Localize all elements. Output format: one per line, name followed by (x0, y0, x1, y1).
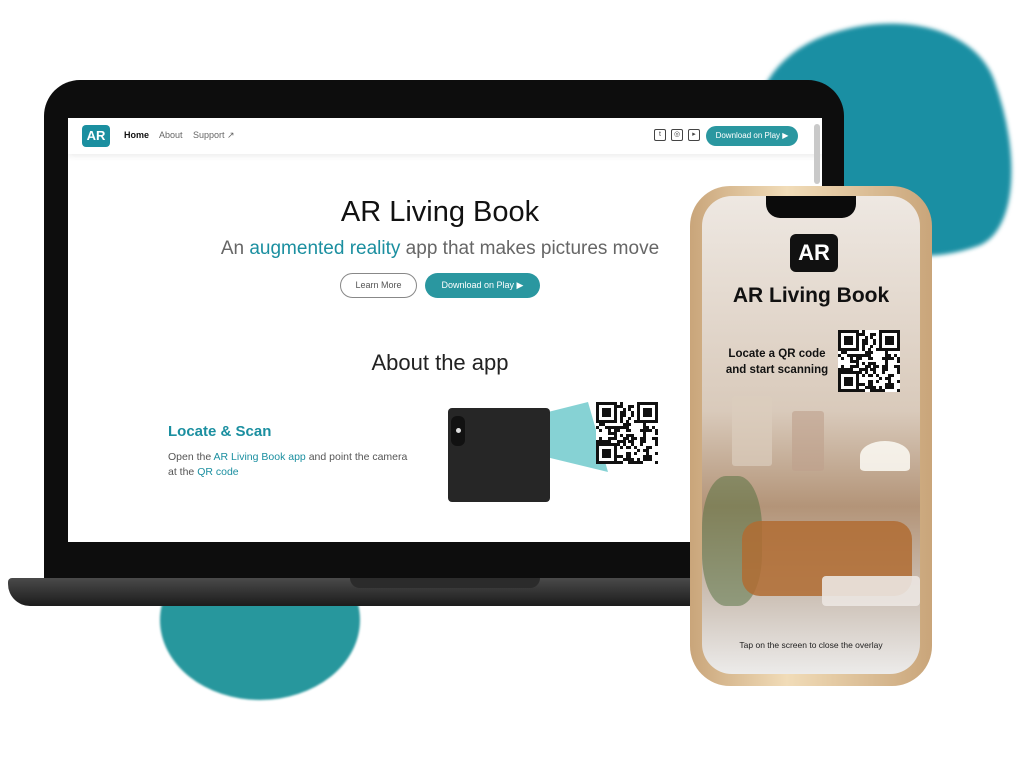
nav-link-support[interactable]: Support ↗ (193, 130, 235, 141)
site-navbar: AR Home About Support ↗ t ◎ ▸ Download o… (68, 118, 822, 184)
qr-code-icon (838, 330, 901, 393)
feature-desc-app-link[interactable]: AR Living Book app (214, 451, 306, 463)
hero-subtitle-suffix: app that makes pictures move (400, 238, 660, 259)
promo-stage: AR Home About Support ↗ t ◎ ▸ Download o… (0, 0, 1024, 768)
hero-subtitle-prefix: An (220, 238, 250, 259)
feature-description: Open the AR Living Book app and point th… (168, 450, 408, 480)
room-lamp (860, 441, 910, 471)
app-title: AR Living Book (732, 284, 890, 307)
site-logo[interactable]: AR (82, 125, 110, 147)
external-link-icon: ↗ (227, 130, 235, 140)
room-picture-frame (792, 411, 824, 471)
hero-subtitle-highlight: augmented reality (249, 238, 401, 259)
qr-code-illustration (596, 402, 659, 465)
youtube-icon[interactable]: ▸ (688, 129, 700, 141)
feature-desc-part1: Open the (168, 451, 214, 463)
room-table (822, 576, 920, 606)
download-on-play-button[interactable]: Download on Play ▶ (425, 273, 540, 298)
learn-more-button[interactable]: Learn More (340, 273, 417, 298)
nav-link-home[interactable]: Home (124, 130, 149, 140)
instagram-icon[interactable]: ◎ (671, 129, 683, 141)
nav-link-support-label: Support (193, 130, 225, 140)
laptop-notch (350, 578, 540, 588)
page-scrollbar[interactable] (814, 124, 820, 184)
smartphone-screen[interactable]: AR AR Living Book Locate a QR code and s… (702, 196, 920, 674)
feature-desc-qr-link[interactable]: QR code (197, 466, 238, 478)
twitter-icon[interactable]: t (654, 129, 666, 141)
app-logo: AR (790, 234, 838, 272)
overlay-hint: Tap on the screen to close the overlay (739, 640, 883, 650)
scan-instruction: Locate a QR code and start scanning (725, 348, 829, 376)
camera-lens-icon (456, 428, 461, 433)
room-picture-frame (732, 396, 772, 466)
nav-link-about[interactable]: About (159, 130, 183, 140)
nav-download-button[interactable]: Download on Play ▶ (706, 126, 798, 146)
phone-notch (766, 196, 856, 218)
feature-title: Locate & Scan (168, 423, 272, 440)
